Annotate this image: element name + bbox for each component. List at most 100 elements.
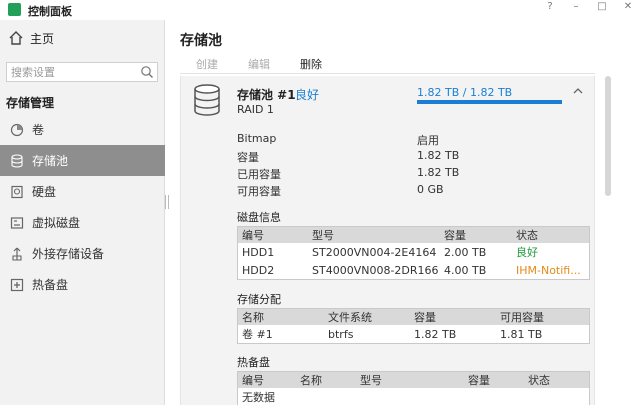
column-header[interactable]: 型号 bbox=[308, 227, 440, 243]
home-link[interactable]: 主页 bbox=[8, 28, 54, 48]
table-empty-row: 无数据 bbox=[238, 388, 589, 405]
edit-button[interactable]: 编辑 bbox=[232, 54, 284, 73]
sidebar-item-virtual-disk[interactable]: 虚拟磁盘 bbox=[0, 207, 165, 238]
prop-value: 1.82 TB bbox=[417, 166, 460, 179]
sidebar-item-label: 虚拟磁盘 bbox=[32, 216, 81, 230]
home-icon bbox=[9, 31, 23, 45]
table-row[interactable]: HDD1 ST2000VN004-2E4164 2.00 TB 良好 bbox=[238, 243, 589, 261]
minimize-button[interactable]: – bbox=[570, 1, 582, 12]
close-button[interactable]: ✕ bbox=[622, 1, 634, 12]
table-cell: HDD2 bbox=[242, 263, 275, 277]
collapse-chevron-up-icon[interactable] bbox=[571, 84, 585, 98]
page-title: 存储池 bbox=[180, 33, 222, 49]
window-title: 控制面板 bbox=[28, 5, 72, 18]
volume-icon bbox=[10, 123, 24, 136]
sidebar-item-storage-pool[interactable]: 存储池 bbox=[0, 145, 165, 176]
vertical-scrollbar[interactable] bbox=[604, 76, 612, 405]
table-cell: 1.81 TB bbox=[500, 327, 543, 341]
column-header[interactable]: 容量 bbox=[440, 227, 512, 243]
search-input[interactable] bbox=[7, 65, 133, 79]
column-header[interactable]: 容量 bbox=[410, 309, 496, 325]
disk-info-table: 编号 型号 容量 状态 HDD1 ST2000VN004-2E4164 2.00… bbox=[237, 226, 590, 280]
sidebar-item-external-storage[interactable]: 外接存储设备 bbox=[0, 238, 165, 269]
capacity-bar bbox=[417, 100, 562, 104]
table-cell: 1.82 TB bbox=[414, 327, 457, 341]
search-icon[interactable] bbox=[140, 65, 154, 79]
maximize-button[interactable]: □ bbox=[596, 1, 608, 12]
sidebar: 主页 存储管理 卷 存储池 bbox=[0, 20, 165, 405]
column-header[interactable]: 文件系统 bbox=[324, 309, 410, 325]
help-button[interactable]: ? bbox=[544, 1, 556, 12]
pool-properties: Bitmap 启用 容量 1.82 TB 已用容量 1.82 TB 可用容量 0… bbox=[237, 132, 459, 200]
external-storage-icon bbox=[12, 247, 22, 261]
window-controls: ? – □ ✕ bbox=[544, 1, 634, 12]
column-header[interactable]: 编号 bbox=[238, 372, 296, 388]
table-cell: 2.00 TB bbox=[444, 245, 487, 259]
prop-row: 已用容量 1.82 TB bbox=[237, 166, 459, 183]
table-cell: ST4000VN008-2DR166 bbox=[312, 263, 439, 277]
prop-key: Bitmap bbox=[237, 132, 277, 145]
table-row[interactable]: HDD2 ST4000VN008-2DR166 4.00 TB IHM-Noti… bbox=[238, 261, 589, 279]
table-row[interactable]: 卷 #1 btrfs 1.82 TB 1.81 TB bbox=[238, 325, 589, 343]
allocation-table: 名称 文件系统 容量 可用容量 卷 #1 btrfs 1.82 TB 1.81 … bbox=[237, 308, 590, 344]
prop-value: 0 GB bbox=[417, 183, 444, 196]
storage-pool-panel: 存储池 #1 良好 RAID 1 1.82 TB / 1.82 TB Bitma… bbox=[180, 76, 595, 405]
pool-name: 存储池 #1 bbox=[237, 88, 296, 102]
table-cell: 卷 #1 bbox=[242, 328, 273, 341]
pool-status: 良好 bbox=[295, 88, 320, 102]
delete-button[interactable]: 删除 bbox=[284, 54, 336, 73]
table-cell: HDD1 bbox=[242, 245, 275, 259]
prop-row: 容量 1.82 TB bbox=[237, 149, 459, 166]
table-header: 名称 文件系统 容量 可用容量 bbox=[238, 309, 589, 325]
sidebar-item-hot-spare[interactable]: 热备盘 bbox=[0, 269, 165, 300]
sidebar-item-label: 存储池 bbox=[32, 154, 69, 168]
sidebar-item-disk[interactable]: 硬盘 bbox=[0, 176, 165, 207]
pool-raid-level: RAID 1 bbox=[237, 103, 274, 116]
home-label: 主页 bbox=[30, 31, 55, 46]
section-title-storage: 存储管理 bbox=[6, 96, 55, 110]
column-header[interactable]: 名称 bbox=[238, 309, 324, 325]
column-header[interactable]: 名称 bbox=[296, 372, 356, 388]
empty-message: 无数据 bbox=[242, 391, 275, 404]
disk-info-title: 磁盘信息 bbox=[237, 211, 281, 224]
sidebar-item-volume[interactable]: 卷 bbox=[0, 114, 165, 145]
hard-disk-icon bbox=[11, 185, 23, 198]
sidebar-item-label: 卷 bbox=[32, 123, 45, 137]
window-titlebar: 控制面板 ? – □ ✕ bbox=[0, 0, 640, 20]
prop-value: 1.82 TB bbox=[417, 149, 460, 162]
column-header[interactable]: 容量 bbox=[464, 372, 524, 388]
prop-key: 容量 bbox=[237, 151, 259, 164]
search-box bbox=[6, 62, 158, 82]
main-content: 存储池 创建 编辑 删除 存储池 #1 良好 RAID 1 1.82 TB / … bbox=[170, 20, 640, 405]
allocation-title: 存储分配 bbox=[237, 293, 281, 306]
scrollbar-thumb[interactable] bbox=[605, 76, 611, 196]
table-cell: 4.00 TB bbox=[444, 263, 487, 277]
sidebar-nav: 卷 存储池 硬盘 虚拟磁盘 外接存储设备 热备盘 bbox=[0, 114, 165, 300]
app-logo-icon bbox=[8, 3, 21, 16]
column-header[interactable]: 状态 bbox=[512, 227, 589, 243]
sidebar-item-label: 热备盘 bbox=[32, 278, 69, 292]
virtual-disk-icon bbox=[10, 216, 24, 229]
prop-key: 已用容量 bbox=[237, 168, 281, 181]
sidebar-item-label: 硬盘 bbox=[32, 185, 57, 199]
hot-spare-title: 热备盘 bbox=[237, 356, 270, 369]
toolbar: 创建 编辑 删除 bbox=[180, 54, 595, 74]
storage-pool-icon bbox=[194, 84, 220, 116]
create-button[interactable]: 创建 bbox=[180, 54, 232, 73]
capacity-bar-fill bbox=[417, 100, 562, 104]
prop-row: 可用容量 0 GB bbox=[237, 183, 459, 200]
column-header[interactable]: 编号 bbox=[238, 227, 308, 243]
prop-row: Bitmap 启用 bbox=[237, 132, 459, 149]
column-header[interactable]: 可用容量 bbox=[496, 309, 589, 325]
status-badge: 良好 bbox=[516, 246, 538, 259]
table-header: 编号 名称 型号 容量 状态 bbox=[238, 372, 589, 388]
status-badge: IHM-Notifi... bbox=[516, 263, 581, 277]
column-header[interactable]: 型号 bbox=[356, 372, 464, 388]
sidebar-item-label: 外接存储设备 bbox=[32, 247, 105, 261]
hot-spare-table: 编号 名称 型号 容量 状态 无数据 bbox=[237, 371, 590, 405]
column-header[interactable]: 状态 bbox=[524, 372, 589, 388]
capacity-text: 1.82 TB / 1.82 TB bbox=[417, 86, 513, 99]
table-cell: btrfs bbox=[328, 327, 354, 341]
table-cell: ST2000VN004-2E4164 bbox=[312, 245, 437, 259]
pane-splitter-handle[interactable] bbox=[165, 195, 169, 209]
